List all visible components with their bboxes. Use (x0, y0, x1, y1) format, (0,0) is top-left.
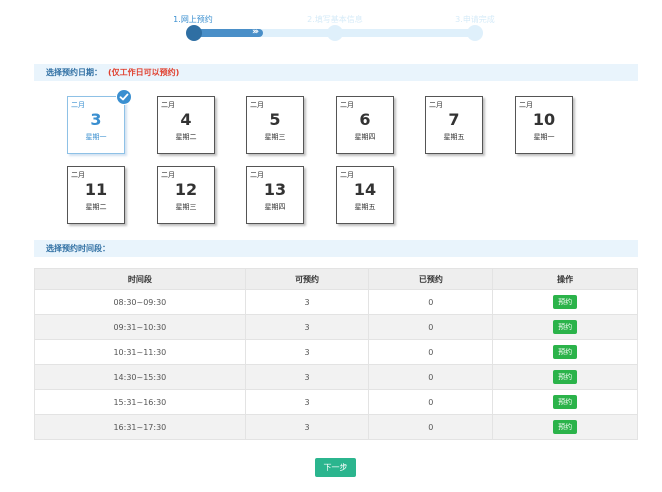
table-row: 16:31~17:30 3 0 预约 (34, 414, 638, 440)
date-day: 14 (353, 180, 377, 199)
date-day: 7 (448, 110, 460, 129)
book-button[interactable]: 预约 (553, 295, 578, 309)
date-weekday: 星期二 (175, 133, 197, 141)
date-weekday: 星期三 (175, 203, 197, 211)
time-slot-table: 时间段 可预约 已预约 操作 08:30~09:30 3 0 预约 09:31~… (34, 268, 638, 440)
slot-time: 09:31~10:30 (34, 314, 246, 340)
date-card[interactable]: 二月 6 星期四 (336, 96, 394, 154)
date-month: 二月 (161, 101, 175, 109)
step-1-dot (186, 25, 202, 41)
column-header-time: 时间段 (34, 268, 246, 290)
book-button[interactable]: 预约 (553, 395, 578, 409)
next-step-button[interactable]: 下一步 (315, 458, 356, 477)
date-month: 二月 (71, 101, 85, 109)
book-button[interactable]: 预约 (553, 420, 578, 434)
date-day: 12 (174, 180, 198, 199)
step-1-label: 1.网上预约 (173, 15, 213, 24)
date-month: 二月 (250, 171, 264, 179)
column-header-action: 操作 (492, 268, 638, 290)
date-card[interactable]: 二月 13 星期四 (246, 166, 304, 224)
check-icon (116, 89, 132, 105)
progress-arrows-icon: ››› (252, 27, 259, 37)
date-weekday: 星期四 (354, 133, 376, 141)
step-2-label: 2.填写基本信息 (307, 15, 363, 24)
slot-booked: 0 (368, 389, 494, 415)
date-card[interactable]: 二月 7 星期五 (425, 96, 483, 154)
date-month: 二月 (250, 101, 264, 109)
date-section-header: 选择预约日期： (仅工作日可以预约) (34, 64, 638, 81)
table-header-row: 时间段 可预约 已预约 操作 (34, 268, 638, 290)
date-weekday: 星期四 (264, 203, 286, 211)
slot-booked: 0 (368, 364, 494, 390)
date-card[interactable]: 二月 12 星期三 (157, 166, 215, 224)
slot-booked: 0 (368, 314, 494, 340)
slot-booked: 0 (368, 289, 494, 315)
table-row: 09:31~10:30 3 0 预约 (34, 314, 638, 340)
step-progress: 1.网上预约 2.填写基本信息 3.申请完成 ››› (0, 0, 662, 50)
date-month: 二月 (71, 171, 85, 179)
date-day: 11 (84, 180, 108, 199)
date-month: 二月 (340, 171, 354, 179)
table-row: 15:31~16:30 3 0 预约 (34, 389, 638, 415)
date-card[interactable]: 二月 11 星期二 (67, 166, 125, 224)
book-button[interactable]: 预约 (553, 345, 578, 359)
table-row: 14:30~15:30 3 0 预约 (34, 364, 638, 390)
slot-available: 3 (244, 414, 370, 440)
date-month: 二月 (519, 101, 533, 109)
slot-time: 14:30~15:30 (34, 364, 246, 390)
slot-time: 08:30~09:30 (34, 289, 246, 315)
time-section-title: 选择预约时间段： (46, 244, 110, 253)
slot-time: 16:31~17:30 (34, 414, 246, 440)
date-day: 5 (269, 110, 281, 129)
book-button[interactable]: 预约 (553, 370, 578, 384)
slot-available: 3 (244, 364, 370, 390)
slot-available: 3 (244, 289, 370, 315)
date-weekday: 星期五 (443, 133, 465, 141)
slot-available: 3 (244, 389, 370, 415)
slot-time: 15:31~16:30 (34, 389, 246, 415)
date-weekday: 星期五 (354, 203, 376, 211)
date-weekday: 星期一 (533, 133, 555, 141)
column-header-available: 可预约 (244, 268, 370, 290)
date-day: 3 (90, 110, 102, 129)
slot-booked: 0 (368, 414, 494, 440)
date-weekday: 星期二 (85, 203, 107, 211)
date-card[interactable]: 二月 4 星期二 (157, 96, 215, 154)
slot-available: 3 (244, 339, 370, 365)
date-month: 二月 (429, 101, 443, 109)
column-header-booked: 已预约 (368, 268, 494, 290)
book-button[interactable]: 预约 (553, 320, 578, 334)
date-month: 二月 (340, 101, 354, 109)
date-section-title: 选择预约日期： (46, 68, 102, 77)
date-day: 6 (359, 110, 371, 129)
date-card[interactable]: 二月 3 星期一 (67, 89, 132, 154)
date-card[interactable]: 二月 14 星期五 (336, 166, 394, 224)
date-card[interactable]: 二月 10 星期一 (515, 96, 573, 154)
slot-booked: 0 (368, 339, 494, 365)
date-day: 10 (532, 110, 556, 129)
date-section-note: (仅工作日可以预约) (108, 68, 180, 77)
date-month: 二月 (161, 171, 175, 179)
step-3-dot (467, 25, 483, 41)
date-day: 4 (180, 110, 192, 129)
table-row: 10:31~11:30 3 0 预约 (34, 339, 638, 365)
slot-available: 3 (244, 314, 370, 340)
date-card[interactable]: 二月 5 星期三 (246, 96, 304, 154)
slot-time: 10:31~11:30 (34, 339, 246, 365)
step-3-label: 3.申请完成 (455, 15, 495, 24)
step-2-dot (327, 25, 343, 41)
date-weekday: 星期一 (85, 133, 107, 141)
date-day: 13 (263, 180, 287, 199)
table-row: 08:30~09:30 3 0 预约 (34, 289, 638, 315)
date-weekday: 星期三 (264, 133, 286, 141)
time-section-header: 选择预约时间段： (34, 240, 638, 257)
